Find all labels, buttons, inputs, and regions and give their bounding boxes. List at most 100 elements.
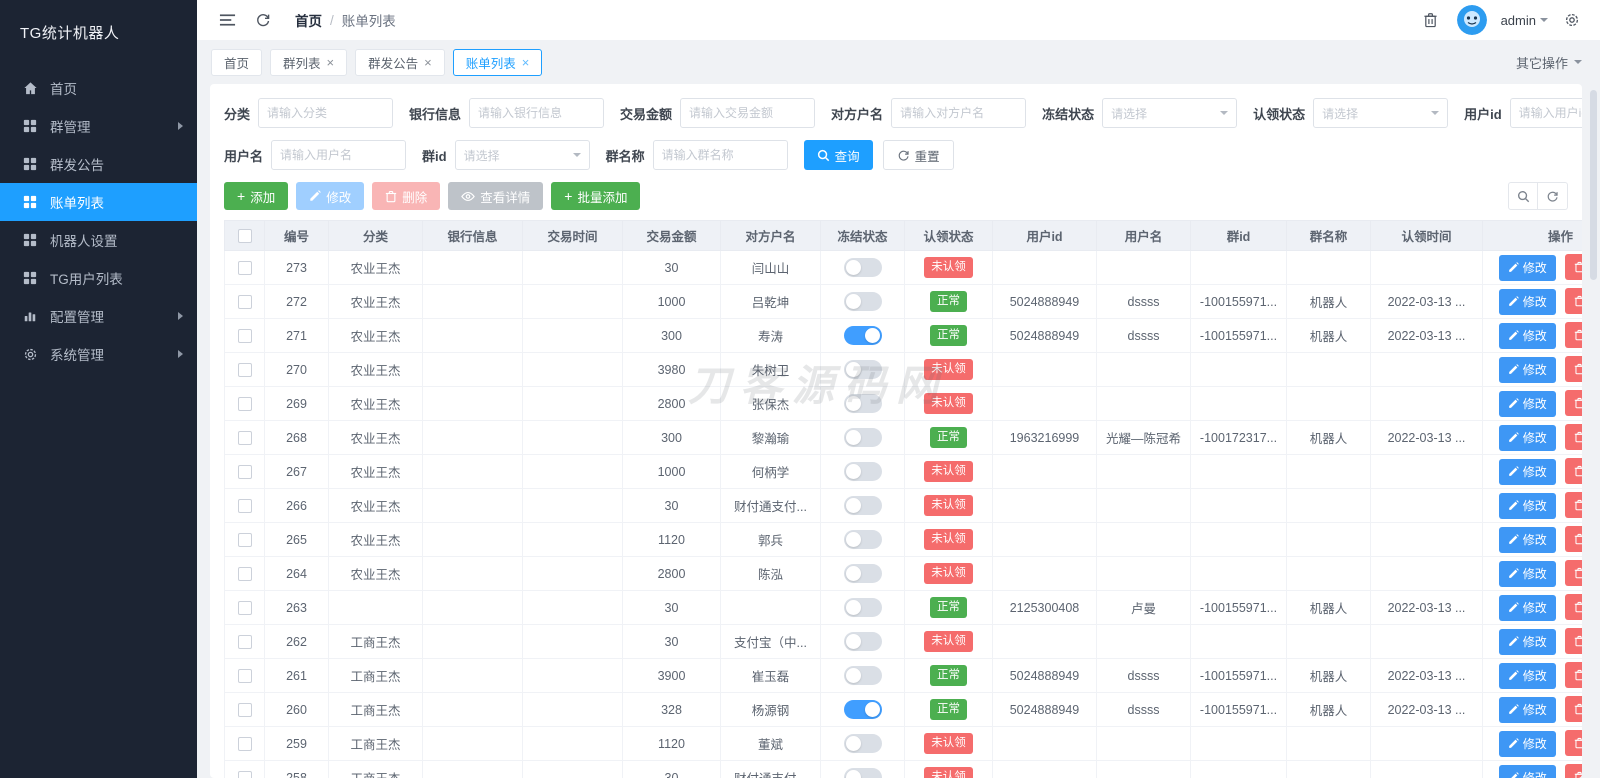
- row-edit-button[interactable]: 修改: [1498, 254, 1556, 281]
- edit-button[interactable]: 修改: [296, 182, 365, 210]
- row-checkbox[interactable]: [237, 328, 252, 343]
- row-checkbox[interactable]: [237, 668, 252, 683]
- close-icon[interactable]: [424, 56, 432, 69]
- user-id-filter-input[interactable]: [1509, 98, 1582, 128]
- sidebar-item-group-manage[interactable]: 群管理: [0, 107, 197, 145]
- group-name-filter-input[interactable]: [652, 140, 788, 170]
- row-delete-button[interactable]: 删除: [1565, 492, 1582, 519]
- frozen-toggle[interactable]: [843, 462, 882, 481]
- row-delete-button[interactable]: 删除: [1565, 390, 1582, 417]
- frozen-toggle[interactable]: [843, 666, 882, 685]
- sidebar-item-tg-user-list[interactable]: TG用户列表: [0, 259, 197, 297]
- row-delete-button[interactable]: 删除: [1565, 254, 1582, 281]
- frozen-toggle[interactable]: [843, 598, 882, 617]
- row-delete-button[interactable]: 删除: [1565, 594, 1582, 621]
- row-delete-button[interactable]: 删除: [1565, 356, 1582, 383]
- frozen-toggle[interactable]: [843, 496, 882, 515]
- close-icon[interactable]: [327, 56, 335, 69]
- row-checkbox[interactable]: [237, 736, 252, 751]
- tab-group-list[interactable]: 群列表: [270, 48, 348, 76]
- row-delete-button[interactable]: 删除: [1565, 458, 1582, 485]
- avatar[interactable]: [1456, 5, 1487, 35]
- row-delete-button[interactable]: 删除: [1565, 628, 1582, 655]
- frozen-toggle[interactable]: [843, 258, 882, 277]
- refresh-icon[interactable]: [253, 10, 273, 30]
- row-edit-button[interactable]: 修改: [1498, 322, 1556, 349]
- counterparty-filter-input[interactable]: [891, 98, 1027, 128]
- sidebar-item-bill-list[interactable]: 账单列表: [0, 183, 197, 221]
- delete-button[interactable]: 删除: [372, 182, 441, 210]
- row-edit-button[interactable]: 修改: [1498, 492, 1556, 519]
- row-edit-button[interactable]: 修改: [1498, 560, 1556, 587]
- row-delete-button[interactable]: 删除: [1565, 560, 1582, 587]
- frozen-status-select[interactable]: 请选择: [1102, 98, 1238, 128]
- row-checkbox[interactable]: [237, 634, 252, 649]
- row-checkbox[interactable]: [237, 430, 252, 445]
- row-edit-button[interactable]: 修改: [1498, 458, 1556, 485]
- row-edit-button[interactable]: 修改: [1498, 424, 1556, 451]
- row-edit-button[interactable]: 修改: [1498, 288, 1556, 315]
- frozen-toggle[interactable]: [843, 360, 882, 379]
- row-edit-button[interactable]: 修改: [1498, 696, 1556, 723]
- reset-button[interactable]: 重置: [882, 140, 954, 170]
- tab-group-announce[interactable]: 群发公告: [355, 48, 445, 76]
- row-delete-button[interactable]: 删除: [1565, 662, 1582, 689]
- gear-icon[interactable]: [1562, 10, 1582, 30]
- view-detail-button[interactable]: 查看详情: [448, 182, 544, 210]
- sidebar-item-system-manage[interactable]: 系统管理: [0, 335, 197, 373]
- bank-filter-input[interactable]: [469, 98, 605, 128]
- frozen-toggle[interactable]: [843, 768, 882, 778]
- frozen-toggle[interactable]: [843, 292, 882, 311]
- tab-home[interactable]: 首页: [211, 48, 263, 76]
- select-all-checkbox[interactable]: [237, 228, 252, 243]
- breadcrumb-home[interactable]: 首页: [295, 10, 322, 30]
- row-delete-button[interactable]: 删除: [1565, 696, 1582, 723]
- row-edit-button[interactable]: 修改: [1498, 594, 1556, 621]
- row-checkbox[interactable]: [237, 260, 252, 275]
- row-edit-button[interactable]: 修改: [1498, 662, 1556, 689]
- search-button[interactable]: 查询: [803, 140, 873, 170]
- row-checkbox[interactable]: [237, 464, 252, 479]
- group-id-select[interactable]: 请选择: [454, 140, 590, 170]
- row-delete-button[interactable]: 删除: [1565, 730, 1582, 757]
- hamburger-icon[interactable]: [217, 10, 237, 30]
- frozen-toggle[interactable]: [843, 632, 882, 651]
- table-refresh-icon-button[interactable]: [1538, 182, 1568, 210]
- row-delete-button[interactable]: 删除: [1565, 322, 1582, 349]
- tab-bill-list[interactable]: 账单列表: [452, 48, 543, 76]
- amount-filter-input[interactable]: [680, 98, 816, 128]
- scrollbar-thumb[interactable]: [1590, 90, 1597, 280]
- row-edit-button[interactable]: 修改: [1498, 730, 1556, 757]
- row-checkbox[interactable]: [237, 702, 252, 717]
- claim-status-select[interactable]: 请选择: [1313, 98, 1449, 128]
- frozen-toggle[interactable]: [843, 428, 882, 447]
- row-edit-button[interactable]: 修改: [1498, 764, 1556, 778]
- sidebar-item-config-manage[interactable]: 配置管理: [0, 297, 197, 335]
- row-checkbox[interactable]: [237, 294, 252, 309]
- row-edit-button[interactable]: 修改: [1498, 628, 1556, 655]
- row-checkbox[interactable]: [237, 770, 252, 778]
- frozen-toggle[interactable]: [843, 530, 882, 549]
- trash-icon[interactable]: [1421, 10, 1441, 30]
- table-search-icon-button[interactable]: [1508, 182, 1538, 210]
- row-delete-button[interactable]: 删除: [1565, 764, 1582, 778]
- row-delete-button[interactable]: 删除: [1565, 288, 1582, 315]
- row-checkbox[interactable]: [237, 600, 252, 615]
- row-checkbox[interactable]: [237, 532, 252, 547]
- row-edit-button[interactable]: 修改: [1498, 390, 1556, 417]
- frozen-toggle[interactable]: [843, 700, 882, 719]
- other-actions-dropdown[interactable]: 其它操作: [1516, 53, 1582, 72]
- sidebar-item-home[interactable]: 首页: [0, 69, 197, 107]
- frozen-toggle[interactable]: [843, 734, 882, 753]
- frozen-toggle[interactable]: [843, 326, 882, 345]
- batch-add-button[interactable]: + 批量添加: [551, 182, 641, 210]
- user-name-filter-input[interactable]: [271, 140, 407, 170]
- row-checkbox[interactable]: [237, 566, 252, 581]
- row-checkbox[interactable]: [237, 498, 252, 513]
- category-filter-input[interactable]: [258, 98, 394, 128]
- sidebar-item-group-announce[interactable]: 群发公告: [0, 145, 197, 183]
- row-checkbox[interactable]: [237, 362, 252, 377]
- close-icon[interactable]: [522, 56, 530, 69]
- row-edit-button[interactable]: 修改: [1498, 356, 1556, 383]
- frozen-toggle[interactable]: [843, 564, 882, 583]
